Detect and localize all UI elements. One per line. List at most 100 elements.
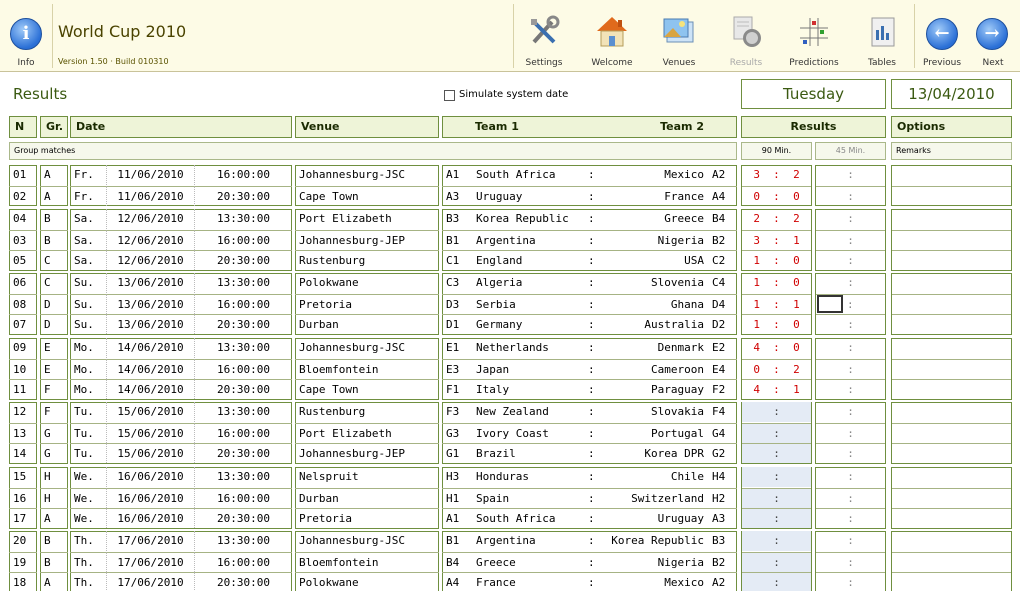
table-row[interactable]: 04 B Sa. 12/06/2010 13:30:00 Port Elizabeth B3… <box>0 209 1020 229</box>
result-90min-field[interactable]: : <box>742 531 811 551</box>
result-90min-field[interactable]: 4 : 1 <box>742 379 811 399</box>
result-45min-field[interactable]: : <box>816 273 885 293</box>
info-button[interactable]: i Info <box>0 0 52 72</box>
cell-day: Fr. <box>74 168 94 181</box>
result-45min-field[interactable]: : <box>816 314 885 334</box>
result-45min-field[interactable]: : <box>816 230 885 250</box>
remarks-field[interactable] <box>892 230 1011 250</box>
cell-cursor <box>817 295 843 313</box>
result-45min-field[interactable]: : <box>816 402 885 422</box>
remarks-field[interactable] <box>892 359 1011 379</box>
tables-button[interactable]: Tables <box>857 0 907 72</box>
table-row[interactable]: 05 C Sa. 12/06/2010 20:30:00 Rustenburg C1 Engl… <box>0 250 1020 270</box>
result-90min-field[interactable]: : <box>742 488 811 508</box>
result-90min-field[interactable]: 1 : 0 <box>742 314 811 334</box>
result-45min-field[interactable]: : <box>816 552 885 572</box>
result-90min-field[interactable]: 1 : 0 <box>742 250 811 270</box>
table-row[interactable]: 14 G Tu. 15/06/2010 20:30:00 Johannesburg-JEP… <box>0 443 1020 463</box>
remarks-field[interactable] <box>892 531 1011 551</box>
result-45min-field[interactable]: : <box>816 379 885 399</box>
previous-button[interactable]: ← Previous <box>918 0 966 72</box>
table-row[interactable]: 02 A Fr. 11/06/2010 20:30:00 Cape Town A3 Urugu… <box>0 186 1020 206</box>
table-row[interactable]: 06 C Su. 13/06/2010 13:30:00 Polokwane C3 Alger… <box>0 273 1020 293</box>
predictions-button[interactable]: Predictions <box>784 0 844 72</box>
result-45min-field[interactable]: : <box>816 209 885 229</box>
result-90min-field[interactable]: : <box>742 467 811 487</box>
table-row[interactable]: 12 F Tu. 15/06/2010 13:30:00 Rustenburg F3 New … <box>0 402 1020 422</box>
result-45min-field[interactable]: : <box>816 488 885 508</box>
result-90min-field[interactable]: 3 : 1 <box>742 230 811 250</box>
remarks-field[interactable] <box>892 165 1011 185</box>
remarks-field[interactable] <box>892 572 1011 591</box>
table-icon <box>871 17 895 47</box>
result-90min-field[interactable]: 1 : 0 <box>742 273 811 293</box>
result-90min-field[interactable]: 2 : 2 <box>742 209 811 229</box>
result-90min-field[interactable]: 0 : 2 <box>742 359 811 379</box>
result-90min-field[interactable]: : <box>742 402 811 422</box>
cell-t2: Chile <box>670 470 704 483</box>
table-row[interactable]: 10 E Mo. 14/06/2010 16:00:00 Bloemfontein E3 Ja… <box>0 359 1020 379</box>
remarks-field[interactable] <box>892 379 1011 399</box>
table-row[interactable]: 17 A We. 16/06/2010 20:30:00 Pretoria A1 South … <box>0 508 1020 528</box>
table-row[interactable]: 09 E Mo. 14/06/2010 13:30:00 Johannesburg-JSC… <box>0 338 1020 358</box>
result-90min-field[interactable]: 4 : 0 <box>742 338 811 358</box>
result-90min-field[interactable]: : <box>742 508 811 528</box>
table-row[interactable]: 20 B Th. 17/06/2010 13:30:00 Johannesburg-JSC… <box>0 531 1020 551</box>
settings-button[interactable]: Settings <box>517 0 571 72</box>
result-45min-field[interactable]: : <box>816 508 885 528</box>
result-90min-field[interactable]: 0 : 0 <box>742 186 811 206</box>
remarks-field[interactable] <box>892 488 1011 508</box>
remarks-field[interactable] <box>892 467 1011 487</box>
result-45min-field[interactable]: : <box>816 359 885 379</box>
cell-n: 13 <box>9 423 37 443</box>
remarks-field[interactable] <box>892 314 1011 334</box>
table-row[interactable]: 16 H We. 16/06/2010 16:00:00 Durban H1 Spain: Sw… <box>0 488 1020 508</box>
table-row[interactable]: 08 D Su. 13/06/2010 16:00:00 Pretoria D3 Serbia… <box>0 294 1020 314</box>
result-45min-field[interactable]: : <box>816 572 885 591</box>
score-separator: : <box>759 318 794 331</box>
settings-label: Settings <box>525 58 563 68</box>
remarks-field[interactable] <box>892 443 1011 463</box>
result-45min-field[interactable]: : <box>816 250 885 270</box>
welcome-button[interactable]: Welcome <box>583 0 641 72</box>
remarks-field[interactable] <box>892 552 1011 572</box>
remarks-field[interactable] <box>892 423 1011 443</box>
result-90min-field[interactable]: : <box>742 423 811 443</box>
result-45min-field[interactable]: : <box>816 443 885 463</box>
simulate-date-checkbox[interactable] <box>444 90 455 101</box>
result-90min-field[interactable]: : <box>742 572 811 591</box>
remarks-field[interactable] <box>892 250 1011 270</box>
result-90min-field[interactable]: : <box>742 552 811 572</box>
result-45min-field[interactable]: : <box>816 467 885 487</box>
next-button[interactable]: → Next <box>968 0 1018 72</box>
table-row[interactable]: 15 H We. 16/06/2010 13:30:00 Nelspruit H3 Hondu… <box>0 467 1020 487</box>
cell-t1: England <box>472 250 584 270</box>
result-45min-field[interactable]: : <box>816 338 885 358</box>
results-button[interactable]: Results <box>719 0 773 72</box>
table-row[interactable]: 18 A Th. 17/06/2010 20:30:00 Polokwane A4 Franc… <box>0 572 1020 591</box>
result-90min-field[interactable]: 1 : 1 <box>742 294 811 314</box>
table-row[interactable]: 11 F Mo. 14/06/2010 20:30:00 Cape Town F1 Italy… <box>0 379 1020 399</box>
table-row[interactable]: 01 A Fr. 11/06/2010 16:00:00 Johannesburg-JSC… <box>0 165 1020 185</box>
remarks-field[interactable] <box>892 294 1011 314</box>
table-row[interactable]: 13 G Tu. 15/06/2010 16:00:00 Port Elizabeth G3… <box>0 423 1020 443</box>
result-90min-field[interactable]: 3 : 2 <box>742 165 811 185</box>
remarks-field[interactable] <box>892 209 1011 229</box>
table-row[interactable]: 07 D Su. 13/06/2010 20:30:00 Durban D1 Germany:… <box>0 314 1020 334</box>
result-45min-field[interactable]: : <box>816 423 885 443</box>
venues-button[interactable]: Venues <box>651 0 707 72</box>
cell-venue: Pretoria <box>295 294 439 314</box>
remarks-field[interactable] <box>892 508 1011 528</box>
result-90min-field[interactable]: : <box>742 443 811 463</box>
remarks-field[interactable] <box>892 402 1011 422</box>
remarks-field[interactable] <box>892 338 1011 358</box>
remarks-field[interactable] <box>892 186 1011 206</box>
result-45min-field[interactable]: : <box>816 294 885 314</box>
cell-time: 20:30:00 <box>194 443 292 463</box>
table-row[interactable]: 03 B Sa. 12/06/2010 16:00:00 Johannesburg-JEP… <box>0 230 1020 250</box>
result-45min-field[interactable]: : <box>816 186 885 206</box>
table-row[interactable]: 19 B Th. 17/06/2010 16:00:00 Bloemfontein B4 Gr… <box>0 552 1020 572</box>
remarks-field[interactable] <box>892 273 1011 293</box>
result-45min-field[interactable]: : <box>816 531 885 551</box>
result-45min-field[interactable]: : <box>816 165 885 185</box>
